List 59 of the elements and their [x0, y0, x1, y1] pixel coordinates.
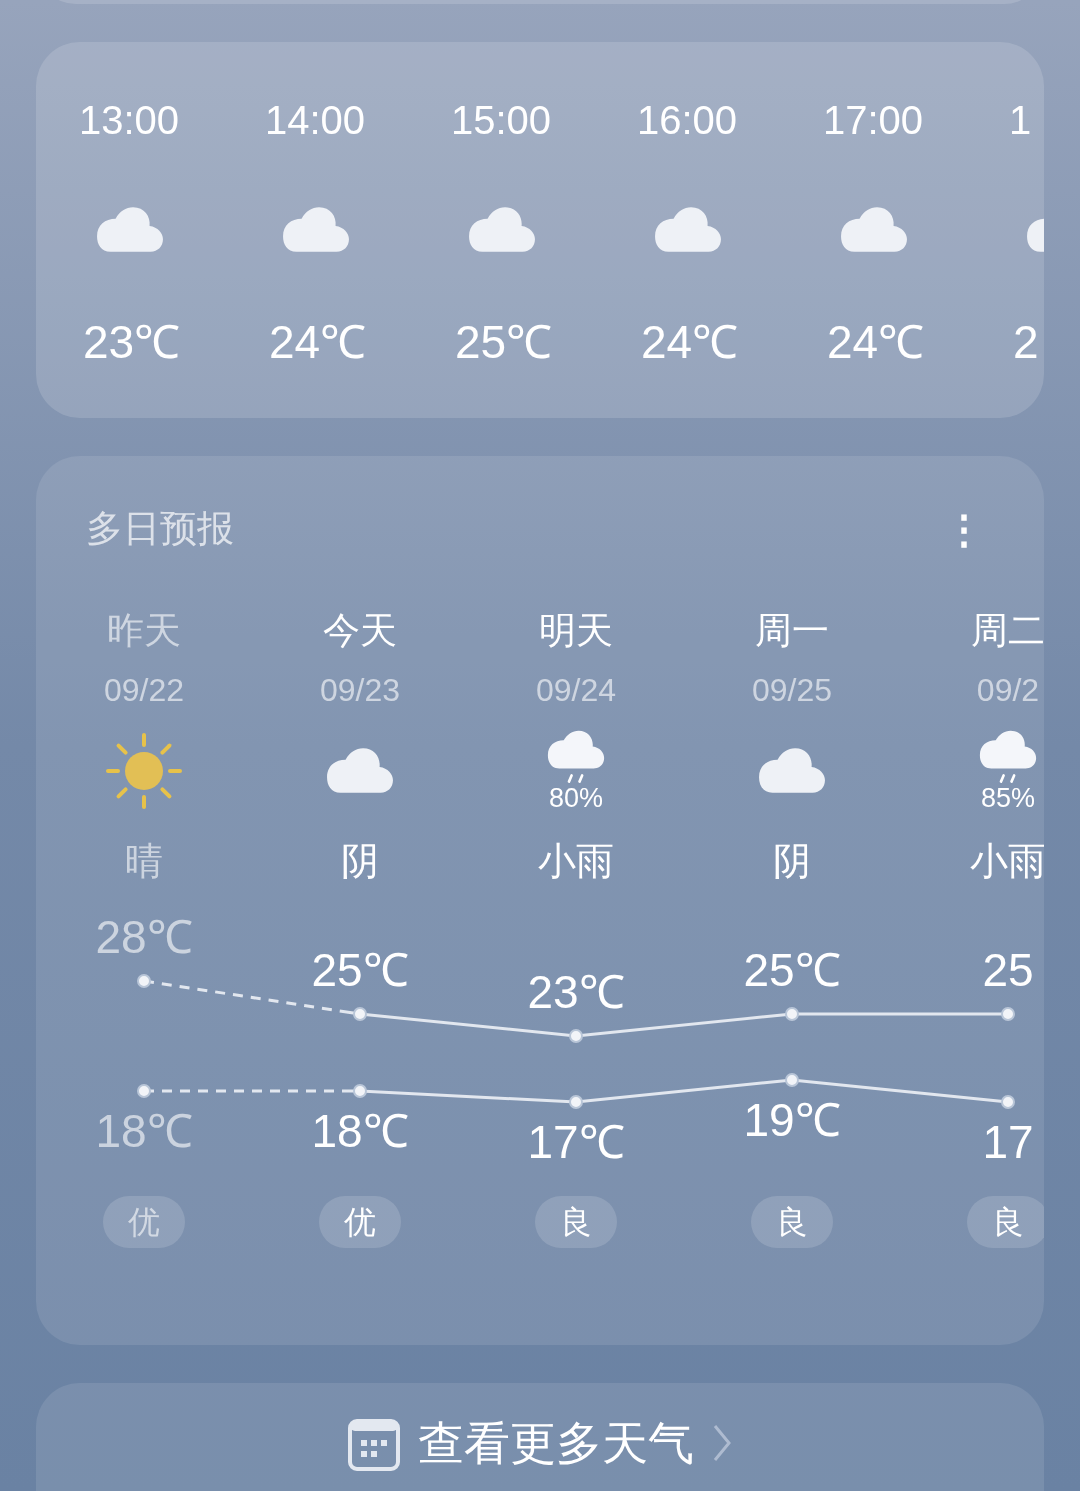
hour-time: 15:00	[451, 97, 552, 144]
low-temperature: 19℃	[742, 1093, 842, 1148]
temperature-point	[1001, 1007, 1015, 1021]
high-temperature: 25℃	[742, 943, 842, 998]
weather-description: 阴	[773, 839, 811, 884]
high-temperature: 25	[981, 943, 1035, 998]
temperature-point	[569, 1095, 583, 1109]
hour-temperature: 24℃	[641, 315, 739, 370]
temperature-point	[137, 974, 151, 988]
temperature-point	[569, 1029, 583, 1043]
weather-description: 晴	[125, 839, 163, 884]
day-name: 周二	[971, 609, 1044, 653]
day-date: 09/23	[319, 671, 401, 710]
hour-temperature: 25℃	[455, 315, 553, 370]
day-date: 09/2	[976, 671, 1040, 710]
hour-time: 1	[1009, 97, 1032, 144]
hour-time: 16:00	[637, 97, 738, 144]
air-quality-badge: 良	[535, 1196, 617, 1248]
temperature-point	[1001, 1095, 1015, 1109]
day-date: 09/25	[751, 671, 833, 710]
low-temperature: 18℃	[310, 1104, 410, 1159]
temperature-point	[353, 1007, 367, 1021]
hour-time: 13:00	[79, 97, 180, 144]
hour-temperature: 24℃	[269, 315, 367, 370]
air-quality-badge: 优	[103, 1196, 185, 1248]
more-button[interactable]: ⋮	[944, 509, 984, 549]
low-temperature: 18℃	[94, 1104, 194, 1159]
high-temperature: 28℃	[94, 910, 194, 965]
day-date: 09/24	[535, 671, 617, 710]
weather-description: 小雨	[538, 839, 614, 884]
low-temperature: 17	[981, 1115, 1035, 1170]
chevron-right-icon	[712, 1423, 732, 1463]
temperature-point	[785, 1007, 799, 1021]
day-name: 明天	[539, 609, 613, 653]
precipitation-chance: 85%	[980, 783, 1035, 813]
hour-temperature: 2	[1013, 315, 1039, 370]
air-quality-badge: 良	[967, 1196, 1044, 1248]
temperature-point	[785, 1073, 799, 1087]
hour-temperature: 23℃	[83, 315, 181, 370]
day-name: 周一	[755, 609, 829, 653]
air-quality-badge: 良	[751, 1196, 833, 1248]
high-temperature: 25℃	[310, 943, 410, 998]
section-title: 多日预报	[86, 507, 234, 552]
hour-temperature: 24℃	[827, 315, 925, 370]
precipitation-chance: 80%	[548, 783, 603, 813]
weather-description: 阴	[341, 839, 379, 884]
temperature-point	[353, 1084, 367, 1098]
low-temperature: 17℃	[526, 1115, 626, 1170]
air-quality-badge: 优	[319, 1196, 401, 1248]
temperature-point	[137, 1084, 151, 1098]
hour-time: 14:00	[265, 97, 366, 144]
more-weather-button[interactable]: 查看更多天气	[36, 1383, 1044, 1491]
high-temperature: 23℃	[526, 965, 626, 1020]
calendar-icon	[348, 1419, 400, 1471]
weather-description: 小雨	[970, 839, 1044, 884]
day-name: 今天	[323, 609, 397, 653]
day-date: 09/22	[103, 671, 185, 710]
hour-time: 17:00	[823, 97, 924, 144]
day-name: 昨天	[107, 609, 181, 653]
